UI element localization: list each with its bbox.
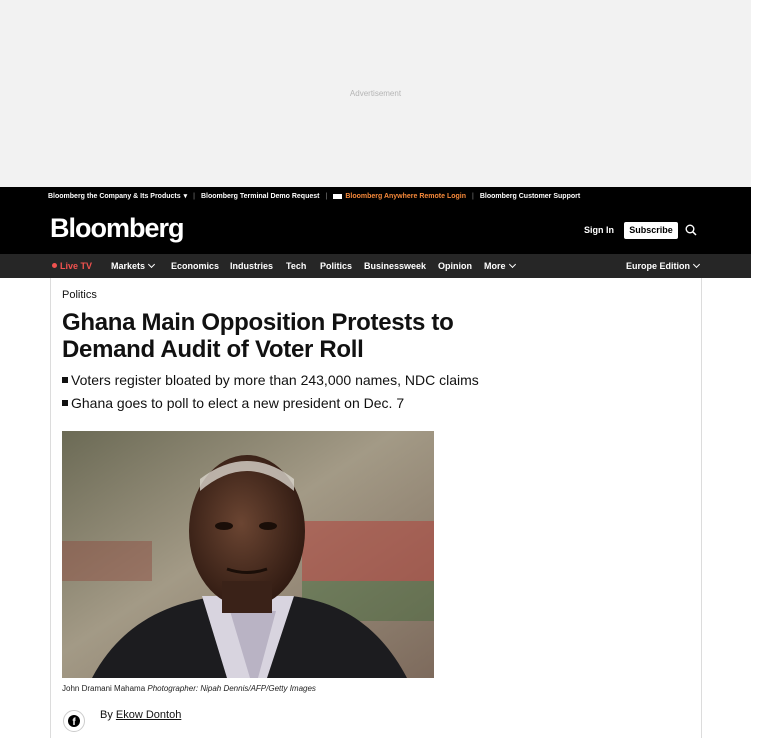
terminal-demo-link[interactable]: Bloomberg Terminal Demo Request bbox=[201, 193, 320, 200]
article-headline: Ghana Main Opposition Protests to Demand… bbox=[62, 309, 454, 363]
separator: | bbox=[472, 192, 474, 200]
markets-label: Markets bbox=[111, 261, 146, 271]
subscribe-button[interactable]: Subscribe bbox=[624, 222, 678, 239]
nav-economics[interactable]: Economics bbox=[171, 261, 219, 271]
more-label: More bbox=[484, 261, 506, 271]
advertisement-label: Advertisement bbox=[349, 89, 402, 98]
caption-subject: John Dramani Mahama bbox=[62, 684, 146, 693]
nav-industries[interactable]: Industries bbox=[230, 261, 273, 271]
facebook-icon: f bbox=[68, 715, 80, 728]
article-section-link[interactable]: Politics bbox=[62, 289, 97, 301]
nav-more[interactable]: More bbox=[484, 260, 516, 271]
article-byline: By Ekow Dontoh bbox=[100, 709, 181, 721]
bullet-square-icon bbox=[62, 400, 68, 406]
author-link[interactable]: Ekow Dontoh bbox=[116, 709, 181, 721]
bloomberg-logo[interactable]: Bloomberg bbox=[50, 213, 185, 244]
bullet-text: Ghana goes to poll to elect a new presid… bbox=[71, 395, 405, 411]
customer-support-link[interactable]: Bloomberg Customer Support bbox=[480, 193, 580, 200]
nav-businessweek[interactable]: Businessweek bbox=[364, 261, 426, 271]
utility-bar: Bloomberg the Company & Its Products ▾ |… bbox=[0, 187, 751, 205]
article-bullet: Ghana goes to poll to elect a new presid… bbox=[62, 395, 404, 411]
nav-markets[interactable]: Markets bbox=[111, 260, 156, 271]
bullet-square-icon bbox=[62, 377, 68, 383]
main-nav: Live TV Markets Economics Industries Tec… bbox=[0, 254, 751, 278]
photo-caption: John Dramani Mahama Photographer: Nipah … bbox=[62, 684, 316, 693]
article-photo bbox=[62, 431, 434, 678]
nav-live-tv[interactable]: Live TV bbox=[52, 261, 92, 271]
nav-politics[interactable]: Politics bbox=[320, 261, 352, 271]
portrait-image bbox=[62, 431, 434, 678]
search-icon[interactable] bbox=[685, 224, 697, 236]
company-caret-icon[interactable]: ▾ bbox=[184, 192, 188, 200]
company-products-link[interactable]: Bloomberg the Company & Its Products bbox=[48, 193, 181, 200]
anywhere-login-link[interactable]: Bloomberg Anywhere Remote Login bbox=[345, 193, 466, 200]
sign-in-link[interactable]: Sign In bbox=[584, 225, 614, 235]
caption-credit: Photographer: Nipah Dennis/AFP/Getty Ima… bbox=[147, 684, 316, 693]
live-tv-label: Live TV bbox=[60, 261, 93, 271]
byline-prefix: By bbox=[100, 709, 113, 721]
facebook-share-button[interactable]: f bbox=[63, 710, 85, 732]
chevron-down-icon bbox=[147, 260, 156, 269]
masthead: Bloomberg Sign In Subscribe bbox=[0, 205, 751, 254]
live-dot-icon bbox=[52, 263, 57, 268]
nav-opinion[interactable]: Opinion bbox=[438, 261, 472, 271]
terminal-icon bbox=[333, 193, 343, 199]
nav-tech[interactable]: Tech bbox=[286, 261, 306, 271]
article-bullet: Voters register bloated by more than 243… bbox=[62, 372, 479, 388]
chevron-down-icon bbox=[508, 260, 516, 269]
separator: | bbox=[325, 192, 328, 200]
bullet-text: Voters register bloated by more than 243… bbox=[71, 372, 479, 388]
advertisement-slot: Advertisement bbox=[0, 0, 751, 187]
edition-selector[interactable]: Europe Edition bbox=[626, 260, 701, 271]
edition-label: Europe Edition bbox=[626, 261, 690, 271]
separator: | bbox=[193, 192, 195, 200]
chevron-down-icon bbox=[692, 260, 701, 269]
